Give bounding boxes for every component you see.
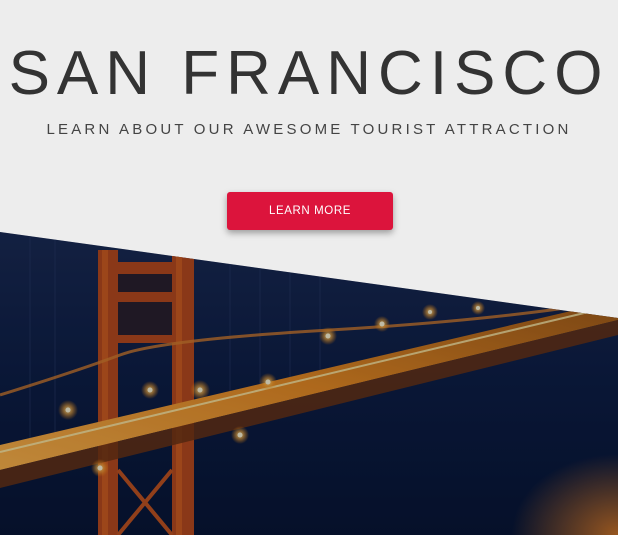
page-title: SAN FRANCISCO [8,39,610,108]
hero-section: SAN FRANCISCO LEARN ABOUT OUR AWESOME TO… [0,0,618,535]
page-subtitle: LEARN ABOUT OUR AWESOME TOURIST ATTRACTI… [46,121,572,138]
learn-more-button[interactable]: LEARN MORE [227,192,393,230]
